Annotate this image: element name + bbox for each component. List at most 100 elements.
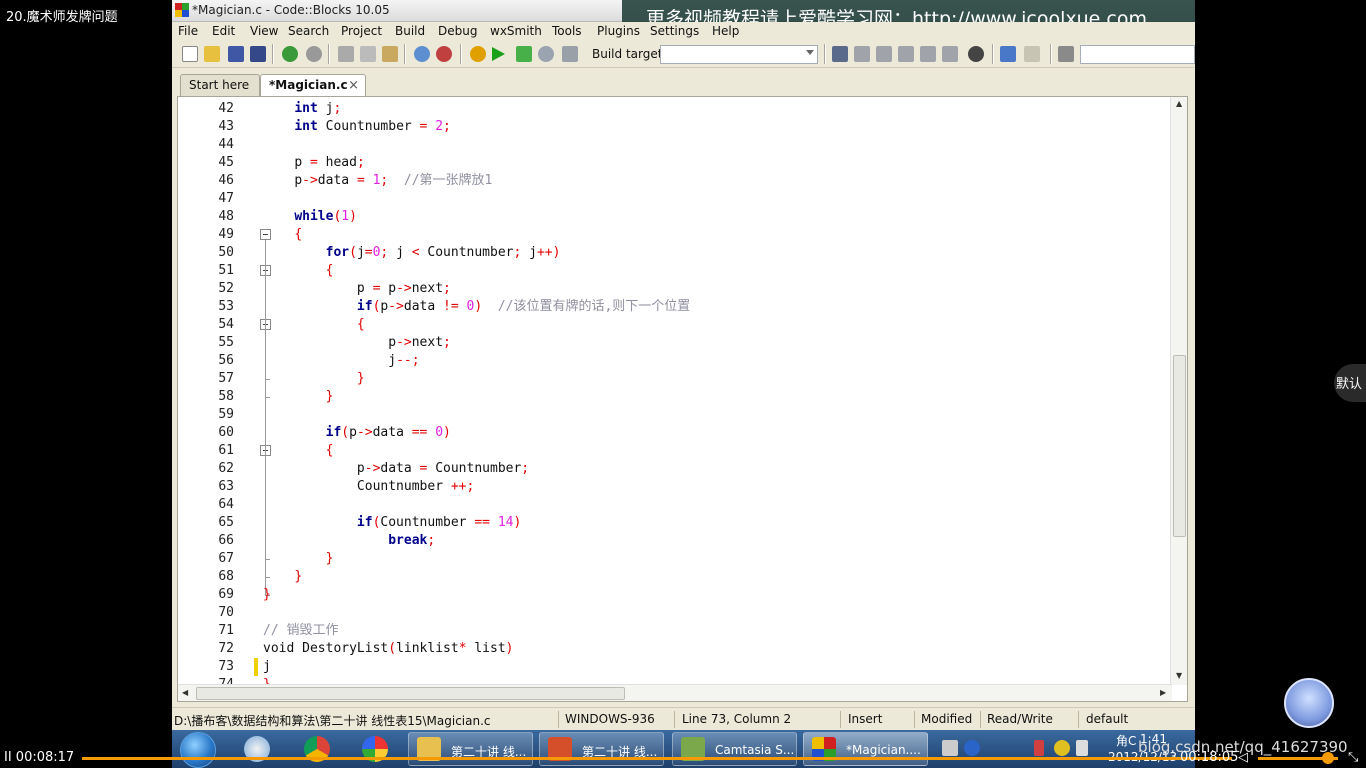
code-token: p xyxy=(380,281,397,296)
abort-icon[interactable] xyxy=(562,46,578,62)
code-line[interactable]: } xyxy=(263,568,1172,586)
code-line[interactable]: p->data = Countnumber; xyxy=(263,460,1172,478)
code-line[interactable]: } xyxy=(263,550,1172,568)
debug-next-instruction-icon[interactable] xyxy=(920,46,936,62)
save-icon[interactable] xyxy=(228,46,244,62)
scroll-down-icon[interactable]: ▼ xyxy=(1176,671,1182,680)
code-line[interactable]: } xyxy=(263,586,1172,604)
code-line[interactable]: int Countnumber = 2; xyxy=(263,118,1172,136)
code-line[interactable] xyxy=(263,190,1172,208)
replace-icon[interactable] xyxy=(436,46,452,62)
scroll-right-icon[interactable]: ▶ xyxy=(1160,688,1166,697)
open-file-icon[interactable] xyxy=(204,46,220,62)
video-progress-bar[interactable] xyxy=(82,757,1232,760)
redo-icon[interactable] xyxy=(306,46,322,62)
tab-magician-c[interactable]: *Magician.c × xyxy=(260,74,366,97)
menu-debug[interactable]: Debug xyxy=(438,24,477,38)
editor-tabs: Start here *Magician.c × xyxy=(172,68,1195,97)
status-cursor-position: Line 73, Column 2 xyxy=(682,712,792,726)
code-line[interactable]: if(Countnumber == 14) xyxy=(263,514,1172,532)
tab-start-here[interactable]: Start here xyxy=(180,74,260,96)
code-line[interactable]: break; xyxy=(263,532,1172,550)
ime-indicator[interactable]: 角C xyxy=(1116,732,1136,749)
menu-edit[interactable]: Edit xyxy=(212,24,235,38)
new-file-icon[interactable] xyxy=(182,46,198,62)
code-line[interactable] xyxy=(263,406,1172,424)
code-editor[interactable]: 42 43 44 45 46 47 48 49 50 51 52 53 54 55 56 57 58 59 60 61… xyxy=(177,96,1188,702)
build-and-run-icon[interactable] xyxy=(516,46,532,62)
code-line[interactable]: void DestoryList(linklist* list) xyxy=(263,640,1172,658)
code-line[interactable] xyxy=(263,496,1172,514)
code-line[interactable]: p->data = 1; //第一张牌放1 xyxy=(263,172,1172,190)
debug-step-instruction-icon[interactable] xyxy=(942,46,958,62)
vertical-scroll-thumb[interactable] xyxy=(1173,355,1186,537)
horizontal-scroll-thumb[interactable] xyxy=(196,687,625,700)
speaker-icon[interactable]: ◁ xyxy=(1238,750,1248,765)
cut-icon[interactable] xyxy=(338,46,354,62)
menu-wxsmith[interactable]: wxSmith xyxy=(490,24,542,38)
build-gear-icon[interactable] xyxy=(470,46,486,62)
menu-plugins[interactable]: Plugins xyxy=(597,24,640,38)
menu-settings[interactable]: Settings xyxy=(650,24,699,38)
code-line[interactable]: { xyxy=(263,442,1172,460)
save-all-icon[interactable] xyxy=(250,46,266,62)
code-text-area[interactable]: int j; int Countnumber = 2; p = head; p-… xyxy=(263,97,1172,685)
code-line[interactable]: if(p->data != 0) //该位置有牌的话,则下一个位置 xyxy=(263,298,1172,316)
debug-windows-icon[interactable] xyxy=(1000,46,1016,62)
build-target-select[interactable] xyxy=(660,45,818,64)
scroll-left-icon[interactable]: ◀ xyxy=(182,688,188,697)
code-line[interactable]: p = head; xyxy=(263,154,1172,172)
default-quality-button[interactable]: 默认 xyxy=(1334,364,1366,402)
code-token: p xyxy=(356,461,365,476)
avatar[interactable] xyxy=(1284,678,1334,728)
code-line[interactable]: { xyxy=(263,226,1172,244)
menu-tools[interactable]: Tools xyxy=(552,24,582,38)
code-line[interactable]: while(1) xyxy=(263,208,1172,226)
debug-stop-icon[interactable] xyxy=(968,46,984,62)
vertical-scrollbar[interactable]: ▲ ▼ xyxy=(1170,97,1187,685)
toolbar-search-input[interactable] xyxy=(1080,45,1195,64)
current-time[interactable]: II 00:08:17 xyxy=(4,750,74,765)
code-line[interactable]: Countnumber ++; xyxy=(263,478,1172,496)
code-line[interactable]: { xyxy=(263,316,1172,334)
code-line[interactable] xyxy=(263,136,1172,154)
code-line[interactable]: j xyxy=(263,658,1172,676)
menu-build[interactable]: Build xyxy=(395,24,425,38)
code-line[interactable]: p->next; xyxy=(263,334,1172,352)
menu-view[interactable]: View xyxy=(250,24,278,38)
code-line[interactable]: p = p->next; xyxy=(263,280,1172,298)
code-line[interactable] xyxy=(263,604,1172,622)
fullscreen-icon[interactable]: ⤡ xyxy=(1348,750,1358,765)
code-line[interactable]: int j; xyxy=(263,100,1172,118)
debug-next-line-icon[interactable] xyxy=(854,46,870,62)
menu-file[interactable]: File xyxy=(178,24,198,38)
code-line[interactable]: } xyxy=(263,370,1172,388)
debug-info-icon[interactable] xyxy=(1024,46,1040,62)
code-completion-icon[interactable] xyxy=(1058,46,1074,62)
code-line[interactable]: if(p->data == 0) xyxy=(263,424,1172,442)
volume-knob[interactable] xyxy=(1322,752,1334,764)
debug-run-to-cursor-icon[interactable] xyxy=(832,46,848,62)
paste-icon[interactable] xyxy=(382,46,398,62)
code-line[interactable]: } xyxy=(263,388,1172,406)
menu-help[interactable]: Help xyxy=(712,24,739,38)
code-line[interactable]: j--; xyxy=(263,352,1172,370)
status-access: Read/Write xyxy=(987,712,1053,726)
code-line[interactable]: // 销毁工作 xyxy=(263,622,1172,640)
scroll-up-icon[interactable]: ▲ xyxy=(1176,99,1182,108)
horizontal-scrollbar[interactable]: ◀ ▶ xyxy=(178,684,1172,701)
undo-icon[interactable] xyxy=(282,46,298,62)
copy-icon[interactable] xyxy=(360,46,376,62)
rebuild-icon[interactable] xyxy=(538,46,554,62)
close-icon[interactable]: × xyxy=(348,78,359,93)
run-icon[interactable] xyxy=(492,47,505,61)
debug-step-out-icon[interactable] xyxy=(898,46,914,62)
code-line[interactable]: for(j=0; j < Countnumber; j++) xyxy=(263,244,1172,262)
menu-project[interactable]: Project xyxy=(341,24,382,38)
menu-search[interactable]: Search xyxy=(288,24,329,38)
code-line[interactable]: { xyxy=(263,262,1172,280)
debug-step-into-icon[interactable] xyxy=(876,46,892,62)
find-icon[interactable] xyxy=(414,46,430,62)
line-number: 45 xyxy=(218,155,234,170)
